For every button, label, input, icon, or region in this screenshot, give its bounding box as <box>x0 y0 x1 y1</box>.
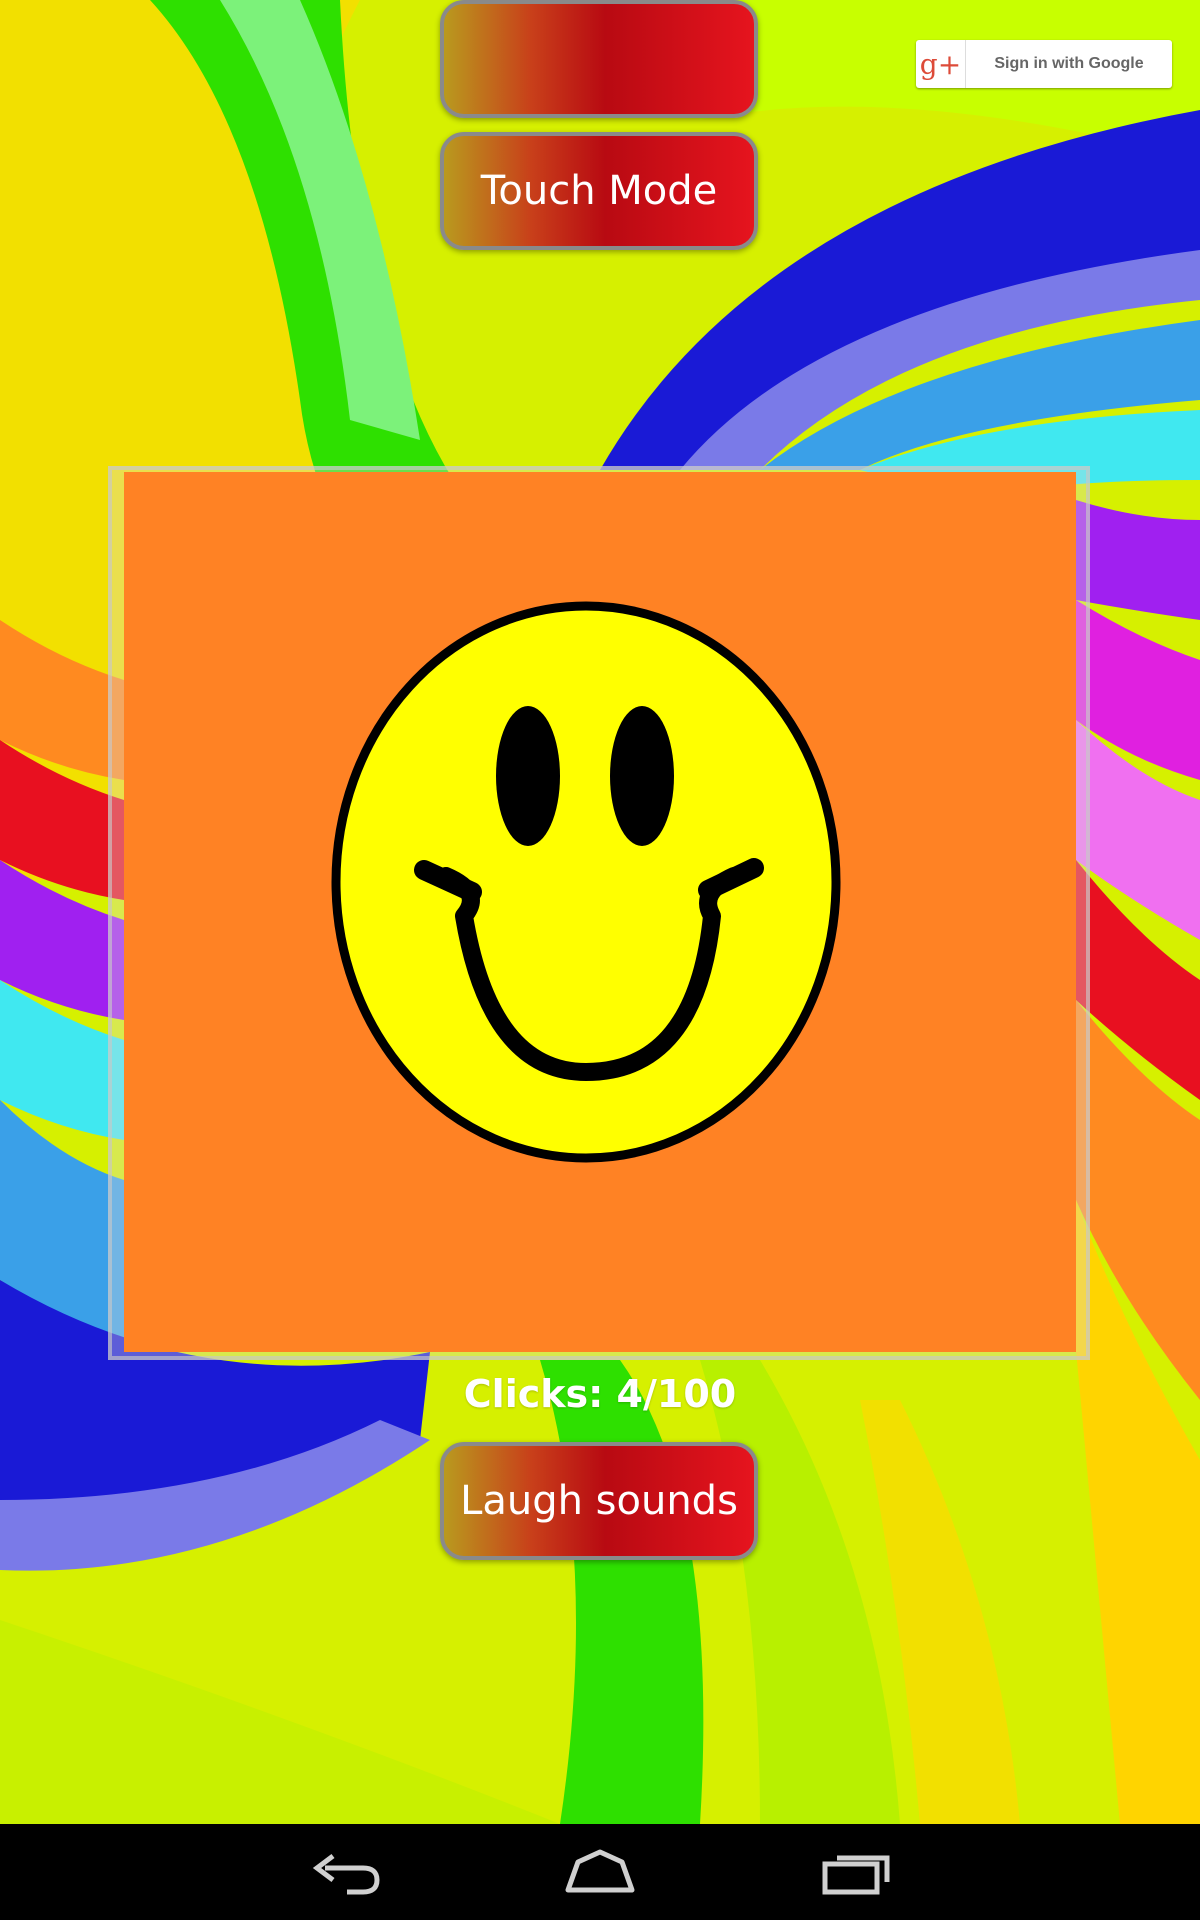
google-signin-label: Sign in with Google <box>994 55 1144 72</box>
google-signin-container: g+ Sign in with Google <box>440 0 1172 118</box>
smiley-face-icon <box>331 601 841 1163</box>
touch-mode-button[interactable]: Touch Mode <box>440 132 758 250</box>
home-icon <box>565 1849 635 1893</box>
app-screen: g+ Sign in with Google Touch Mode Clicks… <box>0 0 1200 1920</box>
home-button[interactable] <box>555 1842 645 1902</box>
google-plus-icon: g+ <box>916 40 966 88</box>
clicks-counter: Clicks: 4/100 <box>463 1372 737 1416</box>
back-button[interactable] <box>300 1842 390 1902</box>
google-signin-button[interactable]: g+ Sign in with Google <box>916 40 1172 88</box>
smiley-tap-area[interactable] <box>124 472 1076 1352</box>
recent-apps-button[interactable] <box>812 1842 902 1902</box>
laugh-sounds-button[interactable]: Laugh sounds <box>440 1442 758 1560</box>
system-nav-bar <box>0 1824 1200 1920</box>
back-icon <box>312 1854 380 1895</box>
recent-apps-icon <box>822 1855 890 1895</box>
